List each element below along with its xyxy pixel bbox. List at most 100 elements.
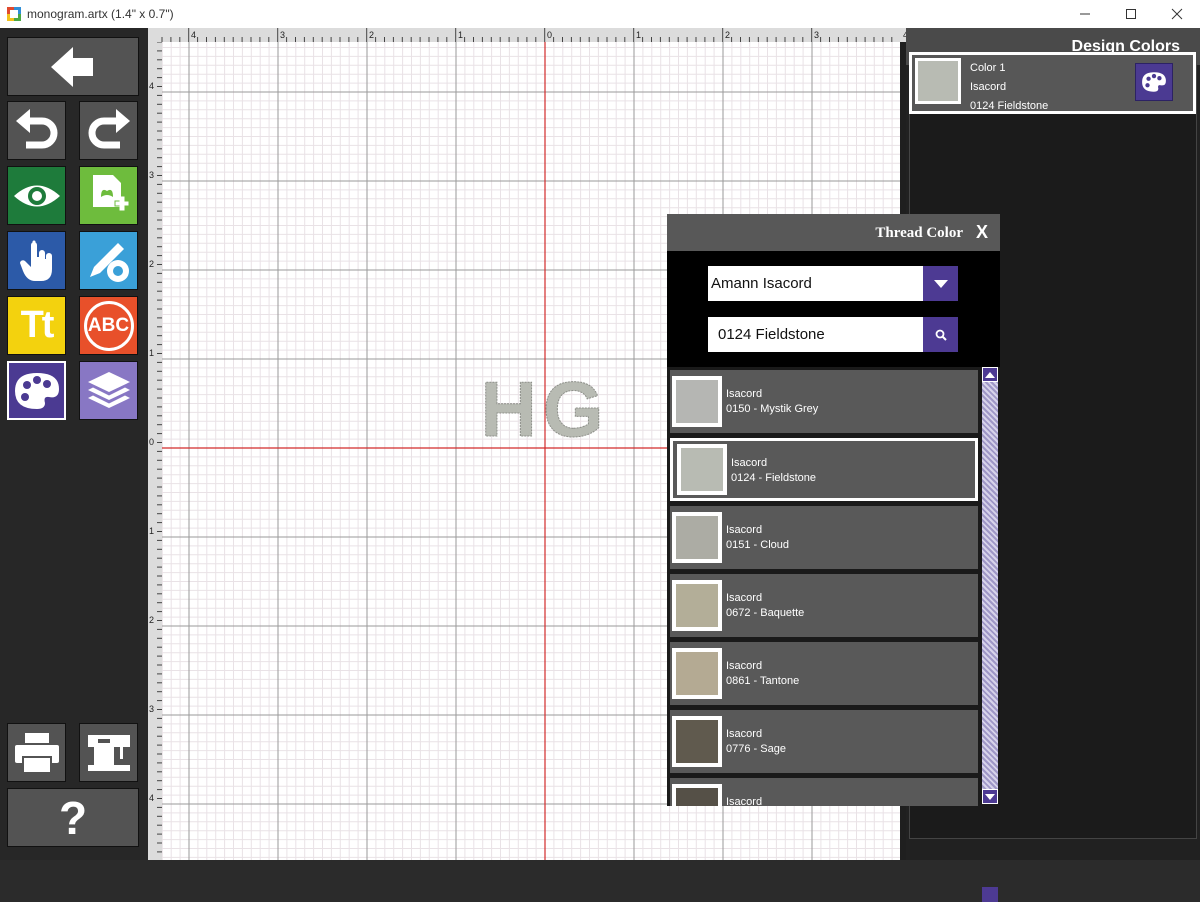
search-icon [935,329,947,341]
change-color-button[interactable] [1135,63,1173,101]
design-color-label: Color 1 [970,62,1006,74]
text-tool-label: Tt [20,304,55,346]
scroll-down-button[interactable] [982,789,998,804]
scrollbar-track[interactable] [982,369,998,804]
thread-color-item[interactable]: Isacord 0861 - Tantone [670,642,978,705]
thread-name-label: 0151 - Cloud [726,539,789,551]
ruler-label: 3 [280,30,285,40]
thread-brand-value: Amann Isacord [711,275,812,292]
title-bar: monogram.artx (1.4" x 0.7") [0,0,1200,28]
vertical-ruler: 4 3 2 1 0 1 2 3 4 [148,41,162,860]
thread-color-swatch [672,648,722,699]
thread-search-value: 0124 Fieldstone [718,326,825,343]
thread-color-swatch [672,716,722,767]
thread-brand-label: Isacord [731,457,768,469]
thread-brand-label: Isacord [726,592,763,604]
design-color-brand: Isacord [970,81,1007,93]
close-dialog-button[interactable]: X [976,222,988,243]
thread-color-item[interactable]: Isacord 0776 - Sage [670,710,978,773]
thread-color-item[interactable]: Isacord [670,778,978,806]
thread-color-item[interactable]: Isacord 0151 - Cloud [670,506,978,569]
thread-list-scrollbar[interactable] [980,367,1000,902]
monogram-tool-label: ABC [87,314,130,336]
thread-brand-label: Isacord [726,728,763,740]
horizontal-ruler: 432101234 [148,28,908,42]
ruler-label: 1 [149,348,154,358]
ruler-label: 2 [725,30,730,40]
ruler-label: 3 [814,30,819,40]
ruler-label: 0 [547,30,552,40]
redo-button[interactable] [79,101,138,160]
close-window-button[interactable] [1154,0,1200,28]
ruler-label: 2 [369,30,374,40]
monogram-design[interactable]: HG [480,365,610,454]
select-button[interactable] [7,231,66,290]
thread-brand-label: Isacord [726,796,763,806]
thread-name-label: 0672 - Baquette [726,607,805,619]
layers-button[interactable] [79,361,138,420]
ruler-label: 1 [149,526,154,536]
thread-color-title: Thread Color [875,225,963,241]
ruler-label: 0 [149,437,154,447]
thread-color-swatch [672,376,722,427]
add-design-button[interactable] [79,166,138,225]
thread-color-list: Isacord 0150 - Mystik Grey Isacord 0124 - F… [667,367,980,806]
pencil-gear-icon [89,242,129,282]
minimize-button[interactable] [1062,0,1108,28]
thread-color-swatch [672,580,722,631]
app-icon [7,7,21,21]
thread-color-controls: Amann Isacord 0124 Fieldstone [667,251,1000,367]
thread-color-swatch [672,784,722,806]
thread-color-item[interactable]: Isacord 0124 - Fieldstone [670,438,978,501]
thread-color-header: Thread Color X [667,214,1000,251]
colors-button[interactable] [7,361,66,420]
text-button[interactable]: Tt [7,296,66,355]
thread-name-label: 0776 - Sage [726,743,786,755]
ruler-label: 2 [149,615,154,625]
thread-color-swatch [677,444,727,495]
edit-settings-button[interactable] [79,231,138,290]
left-toolbar: Tt ABC ? [0,28,148,860]
thread-name-label: 0150 - Mystik Grey [726,403,819,415]
thread-color-swatch [672,512,722,563]
thread-search-input[interactable]: 0124 Fieldstone [708,317,923,352]
thread-brand-label: Isacord [726,524,763,536]
palette-icon [14,372,59,409]
design-color-item[interactable]: Color 1 Isacord 0124 Fieldstone [909,52,1196,114]
maximize-button[interactable] [1108,0,1154,28]
design-color-swatch [915,58,961,104]
brand-dropdown-button[interactable] [923,266,958,301]
ruler-label: 1 [636,30,641,40]
chevron-down-icon [933,279,948,288]
help-label: ? [58,791,88,844]
sewing-machine-icon [87,734,130,771]
thread-color-item[interactable]: Isacord 0672 - Baquette [670,574,978,637]
help-button[interactable]: ? [7,788,139,847]
back-icon [51,46,93,87]
print-button[interactable] [7,723,66,782]
send-to-machine-button[interactable] [79,723,138,782]
ruler-label: 2 [149,259,154,269]
hand-pointer-icon [19,240,52,281]
ruler-label: 4 [149,793,154,803]
undo-icon [15,108,57,148]
back-button[interactable] [7,37,139,96]
search-button[interactable] [923,317,958,352]
ruler-label: 4 [191,30,196,40]
ruler-label: 3 [149,170,154,180]
thread-color-item[interactable]: Isacord 0150 - Mystik Grey [670,370,978,433]
add-design-icon [92,174,129,210]
thread-brand-label: Isacord [726,388,763,400]
monogram-button[interactable]: ABC [79,296,138,355]
thread-brand-select[interactable]: Amann Isacord [708,266,923,301]
printer-icon [14,732,59,774]
thread-name-label: 0861 - Tantone [726,675,800,687]
arrow-down-icon [985,793,995,800]
scroll-up-button[interactable] [982,367,998,382]
thread-color-dialog: Thread Color X Amann Isacord 0124 Fields… [667,214,1000,902]
preview-button[interactable] [7,166,66,225]
eye-icon [13,185,60,206]
undo-button[interactable] [7,101,66,160]
scrollbar-thumb[interactable] [982,887,998,902]
layers-icon [87,371,130,408]
